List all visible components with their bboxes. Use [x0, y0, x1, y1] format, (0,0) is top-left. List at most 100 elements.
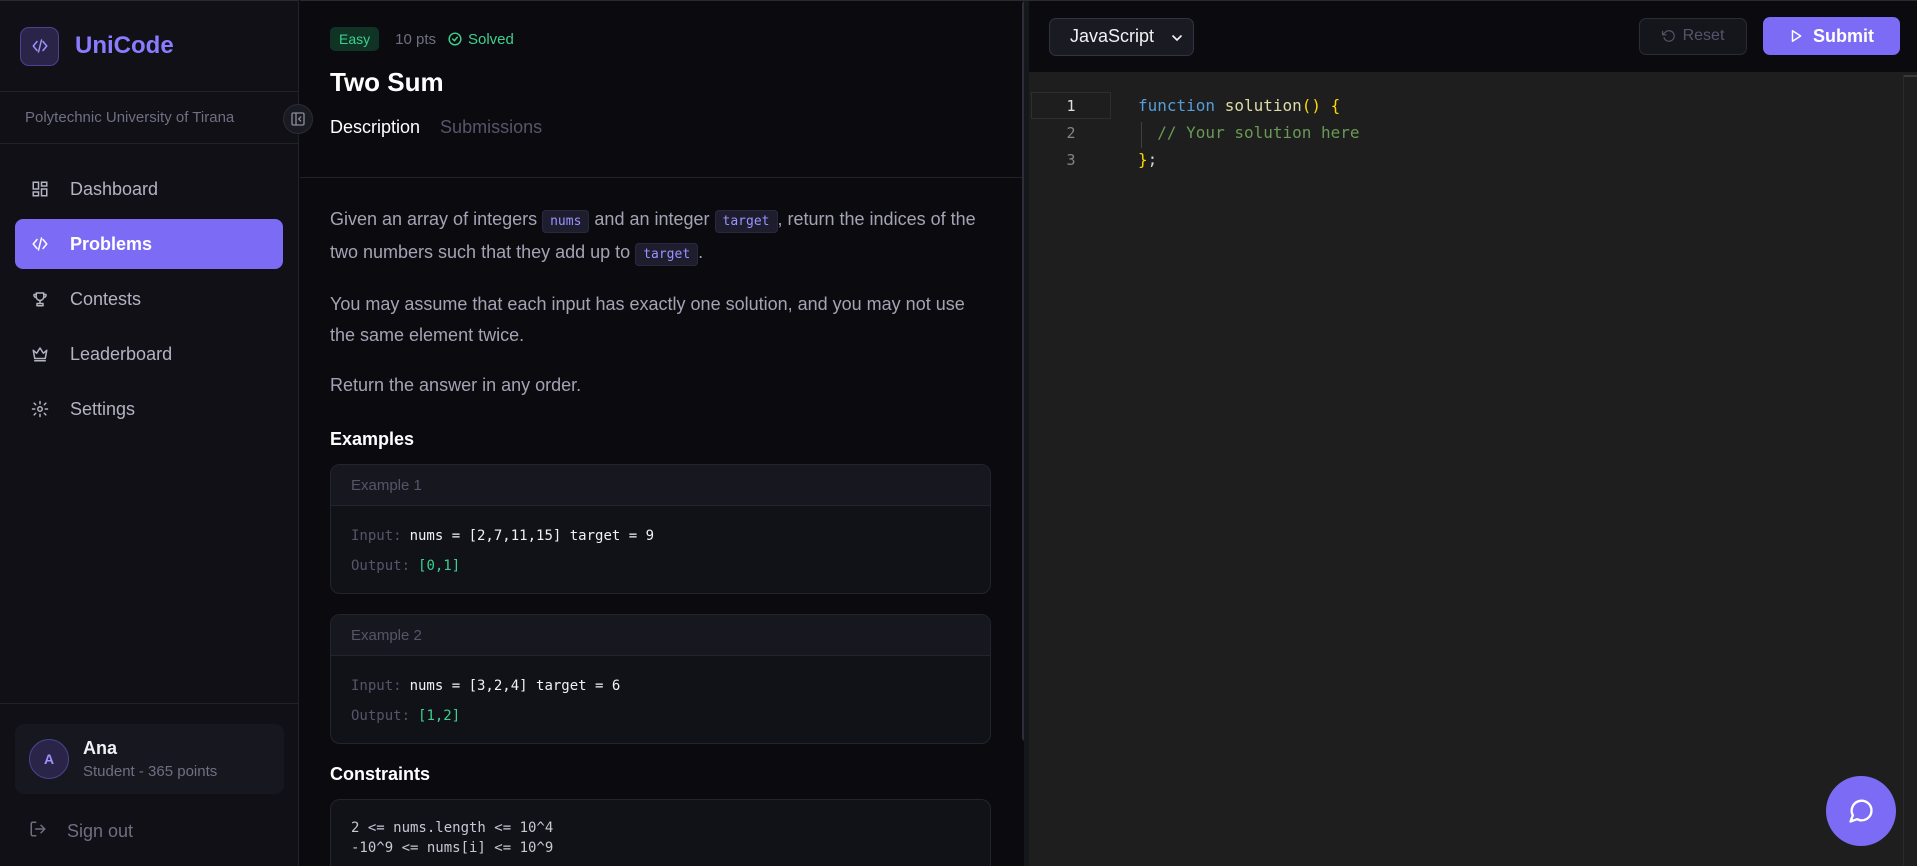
code-function-name: solution: [1224, 96, 1302, 115]
sidebar-item-label: Dashboard: [70, 178, 159, 199]
user-meta: Student - 365 points: [83, 763, 218, 780]
reset-button[interactable]: Reset: [1639, 17, 1747, 55]
desc-text: and an integer: [589, 209, 715, 229]
inline-code: nums: [542, 210, 590, 233]
user-card[interactable]: A Ana Student - 365 points: [15, 724, 284, 794]
constraints-box: 2 <= nums.length <= 10^4 -10^9 <= nums[i…: [330, 799, 991, 866]
solved-status: Solved: [448, 31, 514, 48]
sign-out-label: Sign out: [67, 820, 134, 841]
sidebar-item-label: Leaderboard: [70, 343, 173, 364]
gear-icon: [30, 399, 50, 419]
description-paragraph: Return the answer in any order.: [330, 375, 582, 395]
language-select[interactable]: JavaScript: [1049, 17, 1194, 56]
code-area[interactable]: 1 function solution() { 2 // Your soluti…: [1029, 72, 1917, 866]
problem-panel: Easy 10 pts Solved Two Sum Description S…: [300, 0, 1024, 866]
sidebar-item-contests[interactable]: Contests: [15, 274, 283, 324]
chat-bubble-icon: [1849, 799, 1873, 823]
main-nav: Dashboard Problems Contests Leaderboard …: [0, 144, 298, 434]
line-number: 1: [1031, 92, 1111, 119]
example-card: Example 2 Input: nums = [3,2,4] target =…: [330, 614, 991, 744]
line-number: 3: [1066, 150, 1076, 169]
example-output: Output: [0,1]: [351, 551, 970, 581]
code-text: };: [1138, 150, 1157, 169]
avatar: A: [29, 739, 69, 779]
input-label: Input:: [351, 678, 402, 694]
editor-scrollbar[interactable]: [1903, 75, 1917, 866]
description-paragraph: Given an array of integers nums and an i…: [330, 204, 994, 270]
play-icon: [1791, 30, 1802, 42]
code-line: 2 // Your solution here: [1029, 119, 1917, 146]
code-icon: [30, 234, 50, 254]
crown-icon: [30, 344, 50, 364]
code-line: 3 };: [1029, 146, 1917, 173]
sidebar: UniCode Polytechnic University of Tirana…: [0, 0, 313, 866]
sign-out-button[interactable]: Sign out: [15, 806, 284, 856]
sidebar-collapse-icon: [291, 112, 305, 126]
organization-name: Polytechnic University of Tirana: [0, 92, 313, 144]
user-info: Ana Student - 365 points: [83, 738, 217, 780]
example-body: Input: nums = [3,2,4] target = 6 Output:…: [331, 656, 990, 743]
sidebar-item-settings[interactable]: Settings: [15, 384, 283, 434]
reset-label: Reset: [1682, 27, 1725, 44]
problem-header: Easy 10 pts Solved Two Sum Description S…: [300, 1, 1024, 178]
code-editor-panel: JavaScript Reset Submit 1 function solut…: [1029, 0, 1917, 866]
example-body: Input: nums = [2,7,11,15] target = 9 Out…: [331, 506, 990, 593]
code-text: function solution() {: [1138, 96, 1340, 115]
constraint-line: 2 <= nums.length <= 10^4: [351, 820, 554, 836]
example-output: Output: [1,2]: [351, 701, 970, 731]
organization-label: Polytechnic University of Tirana: [25, 109, 235, 126]
language-value: JavaScript: [1070, 26, 1155, 46]
constraint-line: -10^9 <= nums[i] <= 10^9: [351, 840, 554, 856]
sidebar-item-dashboard[interactable]: Dashboard: [15, 164, 283, 214]
collapse-sidebar-button[interactable]: [283, 104, 313, 134]
sidebar-item-label: Problems: [70, 233, 153, 254]
sidebar-item-label: Settings: [70, 398, 136, 419]
example-title: Example 2: [331, 615, 990, 656]
code-comment: // Your solution here: [1157, 123, 1360, 142]
check-circle-icon: [448, 32, 462, 46]
submit-button[interactable]: Submit: [1763, 17, 1900, 55]
editor-toolbar: JavaScript Reset Submit: [1029, 1, 1917, 72]
trophy-icon: [30, 289, 50, 309]
problem-meta: Easy 10 pts Solved: [330, 27, 994, 51]
examples-title: Examples: [330, 429, 415, 449]
tab-submissions[interactable]: Submissions: [440, 117, 542, 138]
code-text: // Your solution here: [1138, 123, 1360, 142]
submit-label: Submit: [1813, 25, 1874, 46]
sidebar-item-leaderboard[interactable]: Leaderboard: [15, 329, 283, 379]
sidebar-item-problems[interactable]: Problems: [15, 219, 283, 269]
inline-code: target: [714, 210, 778, 233]
solved-label: Solved: [468, 30, 514, 48]
difficulty-badge: Easy: [330, 27, 380, 51]
code-keyword: function: [1138, 96, 1216, 115]
example-input: Input: nums = [2,7,11,15] target = 9: [351, 521, 970, 551]
code-brace: {: [1330, 96, 1341, 115]
sidebar-item-label: Contests: [70, 288, 142, 309]
inline-code: target: [635, 243, 699, 266]
chevron-down-icon: [1172, 34, 1182, 41]
example-card: Example 1 Input: nums = [2,7,11,15] targ…: [330, 464, 991, 594]
user-name: Ana: [83, 738, 118, 758]
description-paragraph: You may assume that each input has exact…: [330, 294, 965, 345]
input-value: nums = [3,2,4] target = 6: [409, 678, 621, 694]
indent-guide: [1141, 122, 1142, 148]
constraints-title: Constraints: [330, 764, 431, 784]
logout-icon: [29, 820, 47, 843]
rotate-ccw-icon: [1661, 30, 1675, 42]
editor-actions: Reset Submit: [1639, 17, 1900, 55]
brand[interactable]: UniCode: [0, 1, 298, 92]
example-title: Example 1: [331, 465, 990, 506]
brand-name: UniCode: [75, 32, 174, 59]
chat-button[interactable]: [1826, 776, 1896, 846]
problem-body: Given an array of integers nums and an i…: [300, 178, 1024, 866]
points-label: 10 pts: [395, 30, 436, 48]
input-value: nums = [2,7,11,15] target = 9: [409, 528, 655, 544]
code-brace: }: [1138, 150, 1148, 169]
output-value: [1,2]: [418, 708, 461, 724]
code-semicolon: ;: [1147, 150, 1158, 169]
tab-description[interactable]: Description: [330, 117, 420, 138]
code-parens: (): [1301, 96, 1322, 115]
sidebar-footer: A Ana Student - 365 points Sign out: [0, 703, 299, 866]
input-label: Input:: [351, 528, 402, 544]
code-line: 1 function solution() {: [1029, 92, 1917, 119]
